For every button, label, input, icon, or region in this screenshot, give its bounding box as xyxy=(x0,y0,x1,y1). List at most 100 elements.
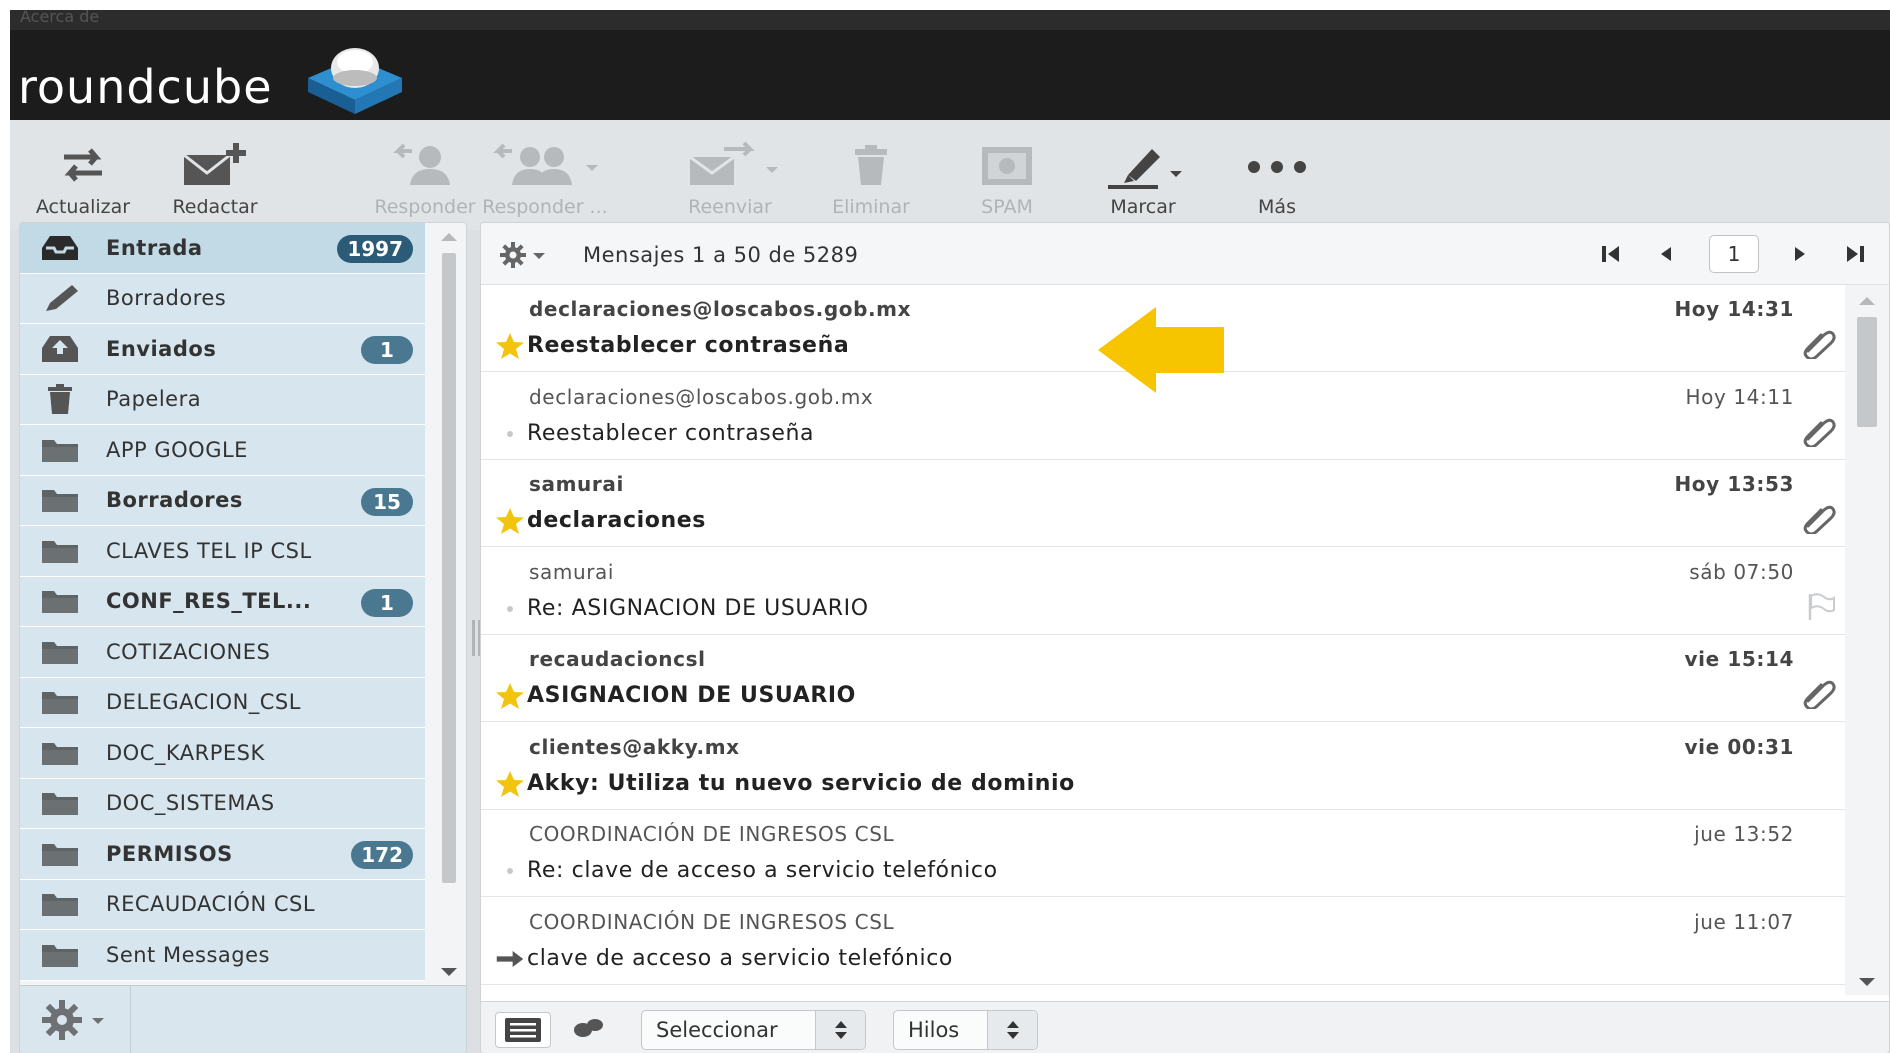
folder-item[interactable]: Sent Messages xyxy=(20,930,425,981)
more-button[interactable]: Más xyxy=(1212,140,1342,220)
folder-item[interactable]: Enviados 1 xyxy=(20,324,425,375)
folder-panel: Entrada 1997 Borradores Enviados 1 Papelera AP… xyxy=(19,222,467,1053)
reply-all-label: Responder ... xyxy=(482,196,608,218)
folder-icon xyxy=(40,586,80,616)
folder-item[interactable]: PERMISOS 172 xyxy=(20,829,425,880)
message-row[interactable]: COORDINACIÓN DE INGRESOS CSL jue 11:07 cla… xyxy=(481,897,1846,985)
message-scrollbar[interactable] xyxy=(1845,285,1889,995)
folder-item[interactable]: DOC_KARPESK xyxy=(20,728,425,779)
footer-divider xyxy=(130,986,131,1053)
scroll-up-arrow-icon[interactable] xyxy=(441,233,457,241)
folder-name: Enviados xyxy=(106,336,217,361)
message-row[interactable]: recaudacioncsl vie 15:14 ASIGNACION DE USU… xyxy=(481,635,1846,722)
trash-icon xyxy=(40,384,80,415)
folder-item[interactable]: DELEGACION_CSL xyxy=(20,677,425,728)
folder-icon xyxy=(40,839,80,869)
mark-button[interactable]: Marcar xyxy=(1078,140,1208,220)
folder-icon xyxy=(40,485,80,515)
folder-icon xyxy=(40,889,80,919)
message-list-header: Mensajes 1 a 50 de 5289 1 xyxy=(481,223,1889,285)
pagination: 1 xyxy=(1599,235,1889,275)
reply-all-button[interactable]: Responder ... xyxy=(480,140,610,220)
list-view-button[interactable] xyxy=(495,1012,551,1048)
threads-toggle-icon[interactable] xyxy=(571,1016,607,1042)
unread-count-badge: 15 xyxy=(361,487,413,516)
star-icon[interactable] xyxy=(495,769,525,799)
folder-list: Entrada 1997 Borradores Enviados 1 Papelera AP… xyxy=(20,223,425,983)
refresh-icon xyxy=(64,148,102,182)
scroll-thumb[interactable] xyxy=(1857,317,1877,427)
scroll-down-arrow-icon[interactable] xyxy=(1859,978,1875,986)
more-label: Más xyxy=(1258,196,1296,218)
unread-count-badge: 1 xyxy=(361,336,413,364)
scroll-thumb[interactable] xyxy=(442,253,456,883)
message-row[interactable]: samurai Hoy 13:53 declaraciones xyxy=(481,460,1846,547)
folder-settings-gear-icon[interactable] xyxy=(40,998,110,1042)
star-icon[interactable] xyxy=(495,331,525,361)
message-row[interactable]: clientes@akky.mx vie 00:31 Akky: Utiliza t… xyxy=(481,722,1846,810)
message-date: vie 15:14 xyxy=(1684,647,1794,671)
delete-button[interactable]: Eliminar xyxy=(806,140,936,220)
spam-label: SPAM xyxy=(981,196,1033,218)
folder-name: Papelera xyxy=(106,387,202,412)
folder-item[interactable]: RECAUDACIÓN CSL xyxy=(20,879,425,930)
forward-label: Reenviar xyxy=(688,196,772,218)
forward-icon xyxy=(689,141,778,185)
spam-icon xyxy=(982,147,1032,185)
folder-name: Sent Messages xyxy=(106,942,270,967)
attachment-paperclip-icon xyxy=(1802,329,1836,363)
compose-button[interactable]: Redactar xyxy=(150,140,280,220)
folder-scrollbar[interactable] xyxy=(432,223,466,983)
last-page-icon[interactable] xyxy=(1843,241,1867,267)
star-icon[interactable] xyxy=(495,681,525,711)
message-date: jue 11:07 xyxy=(1694,909,1794,934)
pencil-icon xyxy=(40,283,80,313)
top-menu-strip: Acerca de xyxy=(10,10,1890,30)
first-page-icon[interactable] xyxy=(1599,241,1623,267)
message-subject: clave de acceso a servicio telefónico xyxy=(527,945,953,971)
scroll-down-arrow-icon[interactable] xyxy=(441,968,457,976)
folder-item[interactable]: COTIZACIONES xyxy=(20,627,425,678)
folder-item[interactable]: CLAVES TEL IP CSL xyxy=(20,526,425,577)
more-icon xyxy=(1248,161,1306,173)
threads-dropdown-spinner-icon xyxy=(987,1011,1037,1049)
previous-page-icon[interactable] xyxy=(1653,241,1677,267)
spam-button[interactable]: SPAM xyxy=(942,140,1072,220)
scroll-up-arrow-icon[interactable] xyxy=(1859,297,1875,305)
folder-item[interactable]: Papelera xyxy=(20,374,425,425)
page-number-input[interactable]: 1 xyxy=(1709,235,1759,273)
forwarded-arrow-icon[interactable] xyxy=(495,944,525,974)
folder-icon xyxy=(40,536,80,566)
folder-item[interactable]: CONF_RES_TEL... 1 xyxy=(20,576,425,627)
unread-count-badge: 1997 xyxy=(337,235,413,263)
message-sender: samurai xyxy=(529,472,624,496)
about-link[interactable]: Acerca de xyxy=(20,10,99,26)
folder-item[interactable]: Borradores xyxy=(20,273,425,324)
folder-item[interactable]: Borradores 15 xyxy=(20,475,425,526)
folder-item[interactable]: APP GOOGLE xyxy=(20,425,425,476)
select-dropdown[interactable]: Seleccionar xyxy=(641,1010,866,1050)
forward-button[interactable]: Reenviar xyxy=(665,140,795,220)
read-status-dot-icon[interactable] xyxy=(495,594,525,624)
read-status-dot-icon[interactable] xyxy=(495,856,525,886)
message-row[interactable]: samurai sáb 07:50 Re: ASIGNACION DE USUARI… xyxy=(481,547,1846,635)
next-page-icon[interactable] xyxy=(1789,241,1813,267)
star-icon[interactable] xyxy=(495,506,525,536)
delete-label: Eliminar xyxy=(832,196,910,218)
read-status-dot-icon[interactable] xyxy=(495,419,525,449)
reply-button[interactable]: Responder xyxy=(360,140,490,220)
toolbar: Actualizar Redactar Responder Responder … xyxy=(10,120,1890,230)
flag-icon[interactable] xyxy=(1802,592,1836,626)
folder-item[interactable]: DOC_SISTEMAS xyxy=(20,778,425,829)
message-date: Hoy 13:53 xyxy=(1674,472,1794,496)
message-sender: declaraciones@loscabos.gob.mx xyxy=(529,297,912,321)
threads-dropdown[interactable]: Hilos xyxy=(893,1010,1038,1050)
refresh-button[interactable]: Actualizar xyxy=(18,140,148,220)
message-row[interactable]: COORDINACIÓN DE INGRESOS CSL jue 13:52 Re:… xyxy=(481,810,1846,897)
folder-name: Entrada xyxy=(106,235,203,260)
list-options-gear-icon[interactable] xyxy=(499,241,555,271)
attachment-paperclip-icon xyxy=(1802,679,1836,713)
message-subject: Reestablecer contraseña xyxy=(527,420,815,446)
folder-item[interactable]: Entrada 1997 xyxy=(20,223,425,274)
folder-icon xyxy=(40,435,80,465)
